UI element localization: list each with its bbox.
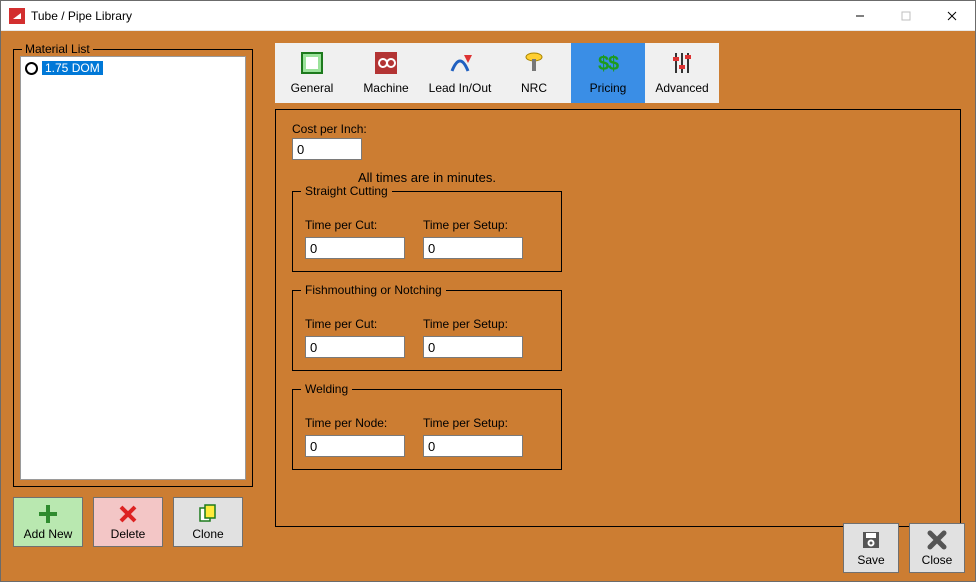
close-icon	[926, 529, 948, 551]
info-text: All times are in minutes.	[292, 170, 562, 185]
tab-label: Lead In/Out	[429, 81, 492, 95]
material-list-group: Material List 1.75 DOM	[13, 49, 253, 487]
save-button[interactable]: Save	[843, 523, 899, 573]
general-icon	[298, 49, 326, 77]
close-button[interactable]: Close	[909, 523, 965, 573]
tab-label: Pricing	[590, 81, 627, 95]
straight-time-per-cut-label: Time per Cut:	[305, 218, 405, 232]
maximize-button[interactable]	[883, 1, 929, 31]
delete-button[interactable]: Delete	[93, 497, 163, 547]
straight-time-per-setup-label: Time per Setup:	[423, 218, 523, 232]
close-label: Close	[922, 553, 953, 567]
plus-icon	[37, 503, 59, 525]
tab-label: NRC	[521, 81, 547, 95]
save-label: Save	[857, 553, 884, 567]
tab-machine[interactable]: Machine	[349, 43, 423, 103]
tab-pricing[interactable]: $$ Pricing	[571, 43, 645, 103]
tab-nrc[interactable]: NRC	[497, 43, 571, 103]
tab-label: Advanced	[655, 81, 708, 95]
fishmouth-time-per-setup-label: Time per Setup:	[423, 317, 523, 331]
radio-icon	[25, 62, 38, 75]
footer-actions: Save Close	[843, 523, 965, 573]
nrc-icon	[520, 49, 548, 77]
tab-leadinout[interactable]: Lead In/Out	[423, 43, 497, 103]
add-new-button[interactable]: Add New	[13, 497, 83, 547]
fishmouth-legend: Fishmouthing or Notching	[301, 283, 446, 297]
cost-per-inch-input[interactable]	[292, 138, 362, 160]
fishmouth-group: Fishmouthing or Notching Time per Cut: T…	[292, 290, 562, 371]
app-icon	[9, 8, 25, 24]
welding-time-per-setup-input[interactable]	[423, 435, 523, 457]
add-new-label: Add New	[24, 527, 73, 541]
fishmouth-time-per-cut-input[interactable]	[305, 336, 405, 358]
leadinout-icon	[446, 49, 474, 77]
advanced-icon	[668, 49, 696, 77]
welding-legend: Welding	[301, 382, 352, 396]
client-area: Material List 1.75 DOM Add New Delete Cl…	[1, 31, 975, 581]
delete-label: Delete	[111, 527, 146, 541]
clone-label: Clone	[192, 527, 223, 541]
straight-cutting-group: Straight Cutting Time per Cut: Time per …	[292, 191, 562, 272]
straight-time-per-setup-input[interactable]	[423, 237, 523, 259]
tab-label: General	[291, 81, 334, 95]
window-title: Tube / Pipe Library	[31, 9, 132, 23]
delete-icon	[117, 503, 139, 525]
material-list-legend: Material List	[22, 42, 93, 56]
pricing-icon: $$	[594, 49, 622, 77]
material-list[interactable]: 1.75 DOM	[20, 56, 246, 480]
material-actions: Add New Delete Clone	[13, 497, 243, 547]
svg-text:$: $	[608, 53, 619, 75]
fishmouth-time-per-setup-input[interactable]	[423, 336, 523, 358]
cost-per-inch-label: Cost per Inch:	[292, 122, 944, 136]
save-icon	[860, 529, 882, 551]
clone-button[interactable]: Clone	[173, 497, 243, 547]
clone-icon	[197, 503, 219, 525]
pricing-panel: Cost per Inch: All times are in minutes.…	[275, 109, 961, 527]
welding-time-per-setup-label: Time per Setup:	[423, 416, 523, 430]
welding-time-per-node-label: Time per Node:	[305, 416, 405, 430]
straight-time-per-cut-input[interactable]	[305, 237, 405, 259]
tab-advanced[interactable]: Advanced	[645, 43, 719, 103]
machine-icon	[372, 49, 400, 77]
material-list-item[interactable]: 1.75 DOM	[23, 59, 243, 77]
tabstrip: General Machine Lead In/Out NRC $$ Prici…	[275, 43, 719, 103]
window-close-button[interactable]	[929, 1, 975, 31]
welding-time-per-node-input[interactable]	[305, 435, 405, 457]
window: Tube / Pipe Library Material List 1.75 D…	[0, 0, 976, 582]
titlebar: Tube / Pipe Library	[1, 1, 975, 31]
fishmouth-time-per-cut-label: Time per Cut:	[305, 317, 405, 331]
minimize-button[interactable]	[837, 1, 883, 31]
material-item-label: 1.75 DOM	[42, 61, 103, 75]
tab-general[interactable]: General	[275, 43, 349, 103]
welding-group: Welding Time per Node: Time per Setup:	[292, 389, 562, 470]
tab-label: Machine	[363, 81, 408, 95]
straight-legend: Straight Cutting	[301, 184, 392, 198]
